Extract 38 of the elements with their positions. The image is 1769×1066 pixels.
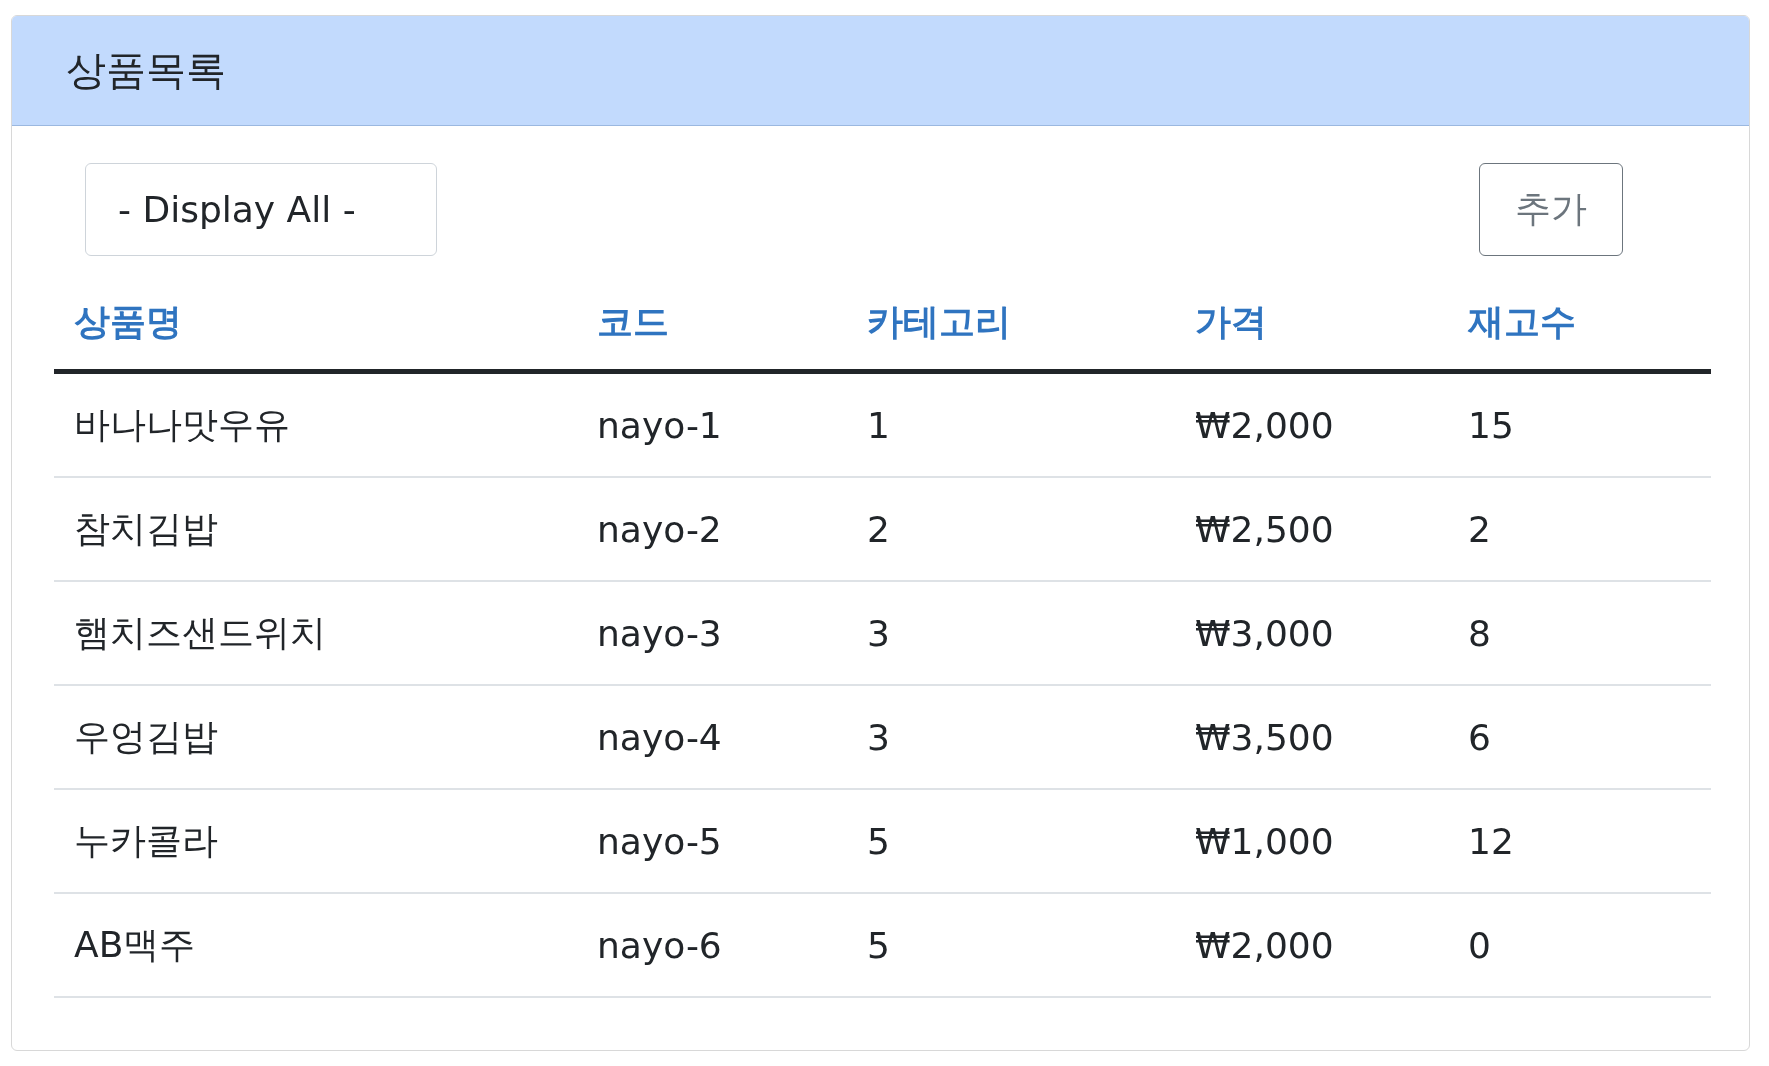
table-cell: 2 <box>1448 477 1711 581</box>
table-cell: 누카콜라 <box>54 789 577 893</box>
table-cell: nayo-6 <box>577 893 847 997</box>
table-cell: nayo-4 <box>577 685 847 789</box>
table-cell: nayo-5 <box>577 789 847 893</box>
table-cell: 15 <box>1448 371 1711 477</box>
column-header[interactable]: 가격 <box>1175 276 1448 372</box>
column-header[interactable]: 상품명 <box>54 276 577 372</box>
table-cell: 6 <box>1448 685 1711 789</box>
column-header[interactable]: 재고수 <box>1448 276 1711 372</box>
table-cell: 우엉김밥 <box>54 685 577 789</box>
table-cell: ₩1,000 <box>1175 789 1448 893</box>
table-cell: nayo-3 <box>577 581 847 685</box>
table-cell: ₩3,000 <box>1175 581 1448 685</box>
table-cell: ₩3,500 <box>1175 685 1448 789</box>
table-cell: 5 <box>847 893 1175 997</box>
table-cell: ₩2,500 <box>1175 477 1448 581</box>
add-button[interactable]: 추가 <box>1479 163 1623 256</box>
table-cell: 3 <box>847 685 1175 789</box>
table-cell: ₩2,000 <box>1175 371 1448 477</box>
table-cell: 8 <box>1448 581 1711 685</box>
table-cell: 참치김밥 <box>54 477 577 581</box>
table-cell: 2 <box>847 477 1175 581</box>
table-cell: 1 <box>847 371 1175 477</box>
table-cell: 바나나맛우유 <box>54 371 577 477</box>
table-cell: nayo-2 <box>577 477 847 581</box>
card-title: 상품목록 <box>66 46 226 95</box>
table-cell: nayo-1 <box>577 371 847 477</box>
table-cell: 햄치즈샌드위치 <box>54 581 577 685</box>
table-cell: 5 <box>847 789 1175 893</box>
table-cell: AB맥주 <box>54 893 577 997</box>
table-cell: 12 <box>1448 789 1711 893</box>
table-cell: 0 <box>1448 893 1711 997</box>
table-cell: ₩2,000 <box>1175 893 1448 997</box>
category-dropdown[interactable]: - Display All - <box>85 163 437 256</box>
column-header[interactable]: 카테고리 <box>847 276 1175 372</box>
table-cell: 3 <box>847 581 1175 685</box>
column-header[interactable]: 코드 <box>577 276 847 372</box>
